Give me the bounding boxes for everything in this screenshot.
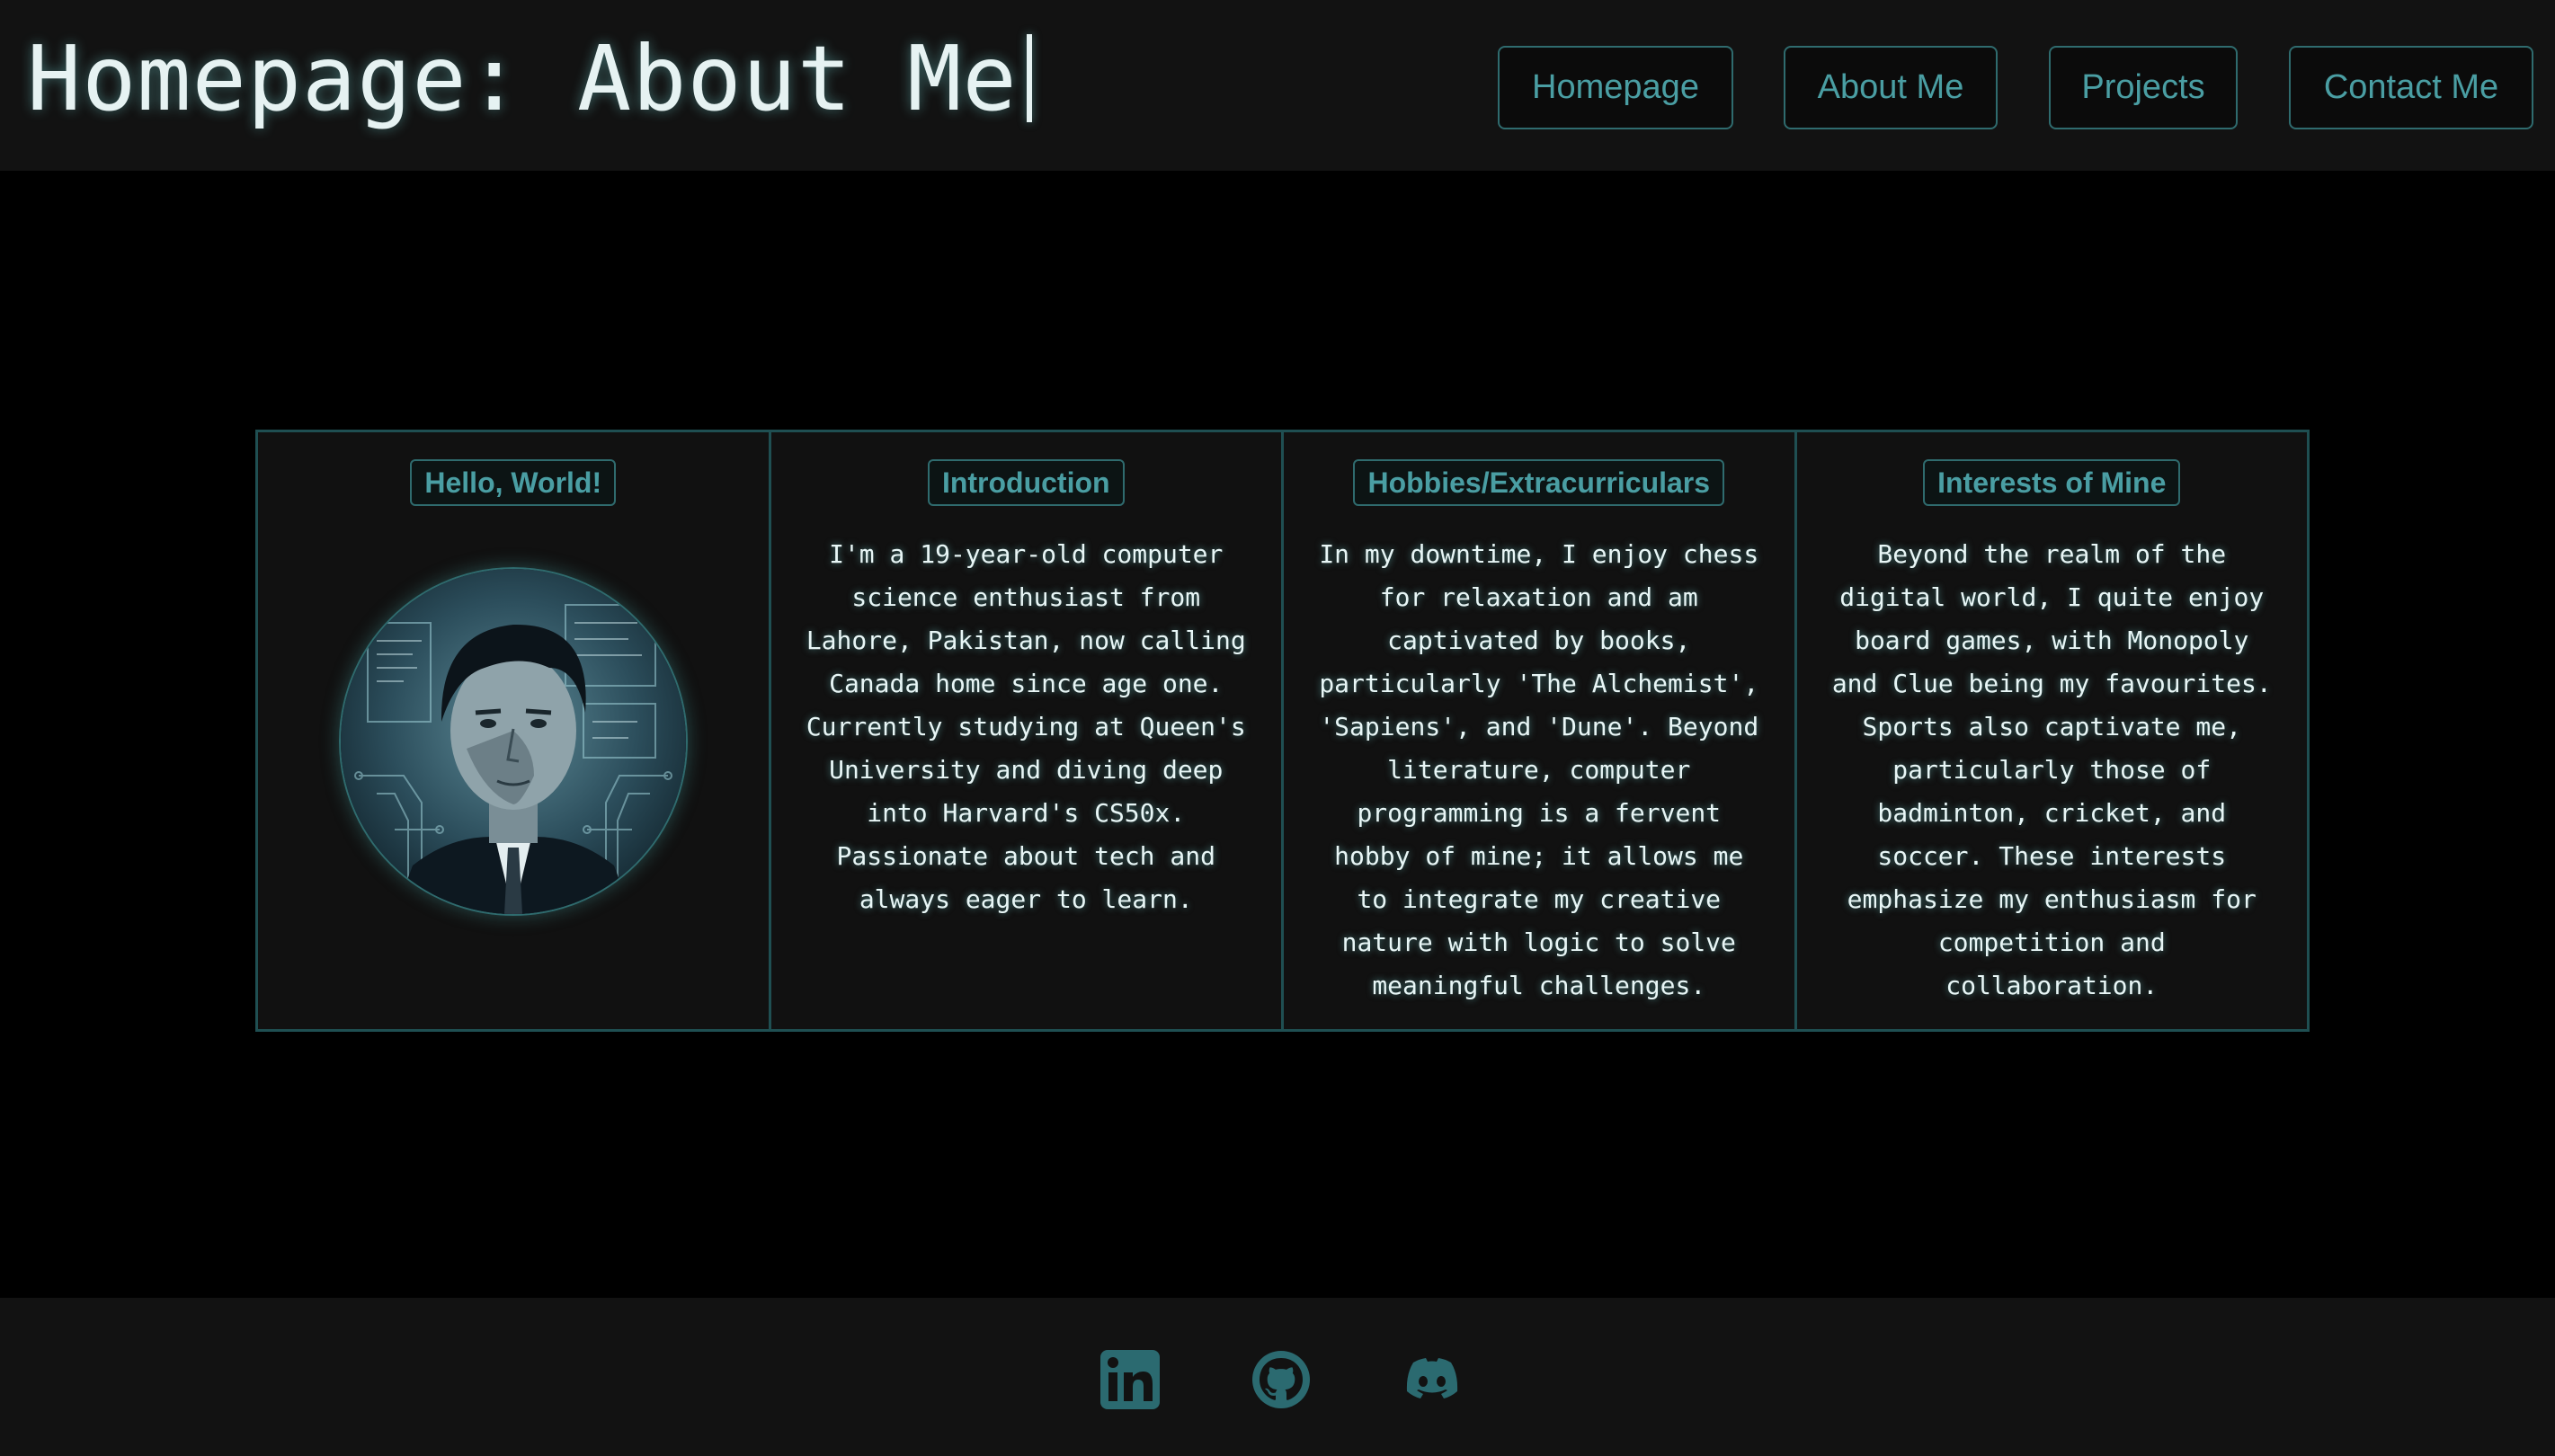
about-cards: Hello, World! Introduction I'm a 19-year…	[255, 430, 2310, 1032]
navbar: Homepage: About Me Homepage About Me Pro…	[0, 0, 2555, 171]
nav-homepage-button[interactable]: Homepage	[1498, 46, 1733, 129]
card-title: Interests of Mine	[1923, 459, 2181, 506]
page-title: Homepage: About Me	[27, 25, 1032, 133]
card-hobbies: Hobbies/Extracurriculars In my downtime,…	[1281, 430, 1797, 1032]
card-text: In my downtime, I enjoy chess for relaxa…	[1319, 539, 1759, 1000]
page-title-text: Homepage: About Me	[27, 26, 1018, 131]
nav-about-button[interactable]: About Me	[1784, 46, 1998, 129]
card-title: Introduction	[927, 459, 1125, 506]
linkedin-icon[interactable]	[1099, 1348, 1162, 1411]
card-interests: Interests of Mine Beyond the realm of th…	[1794, 430, 2310, 1032]
avatar	[338, 567, 688, 916]
card-text: Beyond the realm of the digital world, I…	[1831, 539, 2272, 1000]
card-title: Hello, World!	[410, 459, 617, 506]
discord-icon[interactable]	[1401, 1348, 1464, 1411]
card-hello: Hello, World!	[255, 430, 771, 1032]
nav-projects-button[interactable]: Projects	[2049, 46, 2238, 129]
nav-contact-button[interactable]: Contact Me	[2289, 46, 2533, 129]
card-text: I'm a 19-year-old computer science enthu…	[806, 539, 1246, 914]
card-title: Hobbies/Extracurriculars	[1353, 459, 1725, 506]
typing-cursor	[1026, 34, 1032, 122]
github-icon[interactable]	[1250, 1348, 1313, 1411]
card-introduction: Introduction I'm a 19-year-old computer …	[768, 430, 1284, 1032]
